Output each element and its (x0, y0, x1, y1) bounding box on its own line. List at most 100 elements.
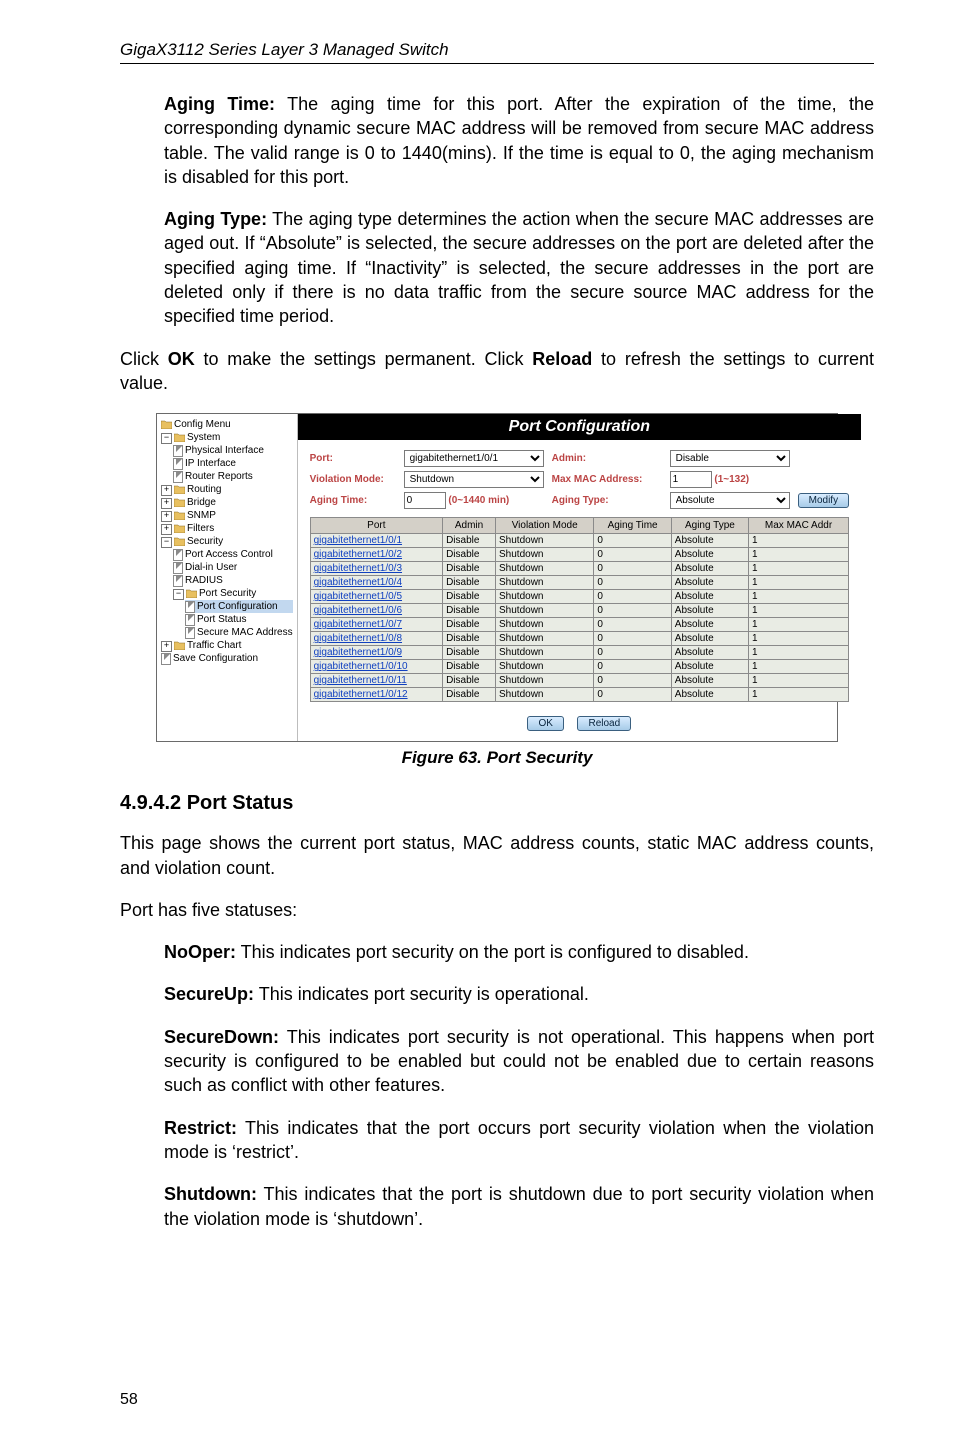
tree-node-label: Physical Interface (185, 445, 264, 456)
expand-icon[interactable]: + (161, 485, 172, 496)
tree-node[interactable]: Save Configuration (161, 652, 293, 665)
tree-node[interactable]: IP Interface (173, 457, 293, 470)
table-cell: 1 (749, 562, 849, 576)
tree-node[interactable]: − Security (161, 535, 293, 548)
table-cell: 1 (749, 632, 849, 646)
document-icon (185, 601, 195, 613)
tree-node[interactable]: Config Menu (161, 418, 293, 431)
table-cell: Absolute (671, 660, 748, 674)
port-table: PortAdminViolation ModeAging TimeAging T… (310, 517, 849, 702)
tree-node[interactable]: Port Access Control (173, 548, 293, 561)
label-agingtype: Aging Type: (552, 495, 662, 506)
table-cell: Disable (443, 548, 496, 562)
input-agingtime[interactable] (404, 492, 446, 509)
table-cell: 0 (594, 674, 671, 688)
table-cell: 1 (749, 576, 849, 590)
table-row[interactable]: gigabitethernet1/0/10DisableShutdown0Abs… (310, 660, 848, 674)
expand-icon[interactable]: − (161, 433, 172, 444)
table-row[interactable]: gigabitethernet1/0/12DisableShutdown0Abs… (310, 688, 848, 702)
tree-node[interactable]: Secure MAC Address (185, 626, 293, 639)
document-icon (173, 575, 183, 587)
tree-node[interactable]: +Filters (161, 522, 293, 535)
table-cell: Shutdown (496, 548, 594, 562)
table-cell: Absolute (671, 562, 748, 576)
tree-node-label: RADIUS (185, 575, 223, 586)
tree-node[interactable]: Physical Interface (173, 444, 293, 457)
table-cell: Disable (443, 534, 496, 548)
para-securedown: SecureDown: This indicates port security… (120, 1025, 874, 1098)
tree-node[interactable]: Dial-in User (173, 561, 293, 574)
table-cell: 1 (749, 534, 849, 548)
button-row: OK Reload (298, 708, 861, 741)
config-tree[interactable]: Config Menu−SystemPhysical InterfaceIP I… (157, 414, 298, 741)
table-cell: 0 (594, 604, 671, 618)
tree-node[interactable]: −Port Security (173, 587, 293, 600)
table-cell: 0 (594, 590, 671, 604)
tree-node[interactable]: RADIUS (173, 574, 293, 587)
tree-node-label: Security (187, 536, 223, 547)
table-row[interactable]: gigabitethernet1/0/1DisableShutdown0Abso… (310, 534, 848, 548)
para-nooper: NoOper: This indicates port security on … (120, 940, 874, 964)
ok-button[interactable]: OK (527, 716, 563, 731)
table-cell: Shutdown (496, 534, 594, 548)
modify-button[interactable]: Modify (798, 493, 849, 508)
table-cell: Shutdown (496, 646, 594, 660)
running-head: GigaX3112 Series Layer 3 Managed Switch (120, 40, 874, 64)
expand-icon[interactable]: + (161, 641, 172, 652)
table-cell: 0 (594, 632, 671, 646)
table-row[interactable]: gigabitethernet1/0/3DisableShutdown0Abso… (310, 562, 848, 576)
p3-mid: to make the settings permanent. Click (195, 349, 533, 369)
table-row[interactable]: gigabitethernet1/0/7DisableShutdown0Abso… (310, 618, 848, 632)
tree-node[interactable]: Port Status (185, 613, 293, 626)
select-violation[interactable]: Shutdown (404, 471, 544, 488)
tree-node[interactable]: Router Reports (173, 470, 293, 483)
tree-node[interactable]: +Routing (161, 483, 293, 496)
table-row[interactable]: gigabitethernet1/0/5DisableShutdown0Abso… (310, 590, 848, 604)
table-cell: 1 (749, 590, 849, 604)
para-secureup: SecureUp: This indicates port security i… (120, 982, 874, 1006)
table-cell: gigabitethernet1/0/7 (310, 618, 442, 632)
table-row[interactable]: gigabitethernet1/0/8DisableShutdown0Abso… (310, 632, 848, 646)
folder-icon (174, 498, 185, 507)
para-q2: Port has five statuses: (120, 898, 874, 922)
table-wrapper: PortAdminViolation ModeAging TimeAging T… (298, 517, 861, 708)
table-row[interactable]: gigabitethernet1/0/6DisableShutdown0Abso… (310, 604, 848, 618)
table-cell: Absolute (671, 604, 748, 618)
tree-node-label: Bridge (187, 497, 216, 508)
table-header: Aging Type (671, 518, 748, 534)
table-row[interactable]: gigabitethernet1/0/11DisableShutdown0Abs… (310, 674, 848, 688)
label-aging-time: Aging Time: (164, 94, 275, 114)
folder-icon (174, 537, 185, 546)
tree-node[interactable]: −System (161, 431, 293, 444)
expand-icon[interactable]: − (173, 589, 184, 600)
tree-node[interactable]: Port Configuration (185, 600, 293, 613)
expand-icon[interactable]: + (161, 524, 172, 535)
table-cell: Disable (443, 674, 496, 688)
expand-icon[interactable]: + (161, 511, 172, 522)
reload-button[interactable]: Reload (577, 716, 631, 731)
table-header: Max MAC Addr (749, 518, 849, 534)
table-cell: Disable (443, 688, 496, 702)
table-row[interactable]: gigabitethernet1/0/4DisableShutdown0Abso… (310, 576, 848, 590)
select-port[interactable]: gigabitethernet1/0/1 (404, 450, 544, 467)
select-agingtype[interactable]: Absolute (670, 492, 790, 509)
table-cell: Disable (443, 646, 496, 660)
table-cell: Absolute (671, 632, 748, 646)
table-cell: Shutdown (496, 688, 594, 702)
tree-node[interactable]: + Bridge (161, 496, 293, 509)
input-maxmac[interactable] (670, 471, 712, 488)
heading-port-status: 4.9.4.2 Port Status (120, 792, 874, 815)
table-cell: Shutdown (496, 660, 594, 674)
expand-icon[interactable]: + (161, 498, 172, 509)
main-panel: Port Configuration Port: gigabitethernet… (298, 414, 861, 741)
table-cell: Disable (443, 576, 496, 590)
tree-node[interactable]: +SNMP (161, 509, 293, 522)
table-row[interactable]: gigabitethernet1/0/9DisableShutdown0Abso… (310, 646, 848, 660)
label-securedown: SecureDown: (164, 1027, 279, 1047)
table-cell: Shutdown (496, 674, 594, 688)
table-row[interactable]: gigabitethernet1/0/2DisableShutdown0Abso… (310, 548, 848, 562)
expand-icon[interactable]: − (161, 537, 172, 548)
document-icon (173, 562, 183, 574)
tree-node[interactable]: +Traffic Chart (161, 639, 293, 652)
select-admin[interactable]: Disable (670, 450, 790, 467)
